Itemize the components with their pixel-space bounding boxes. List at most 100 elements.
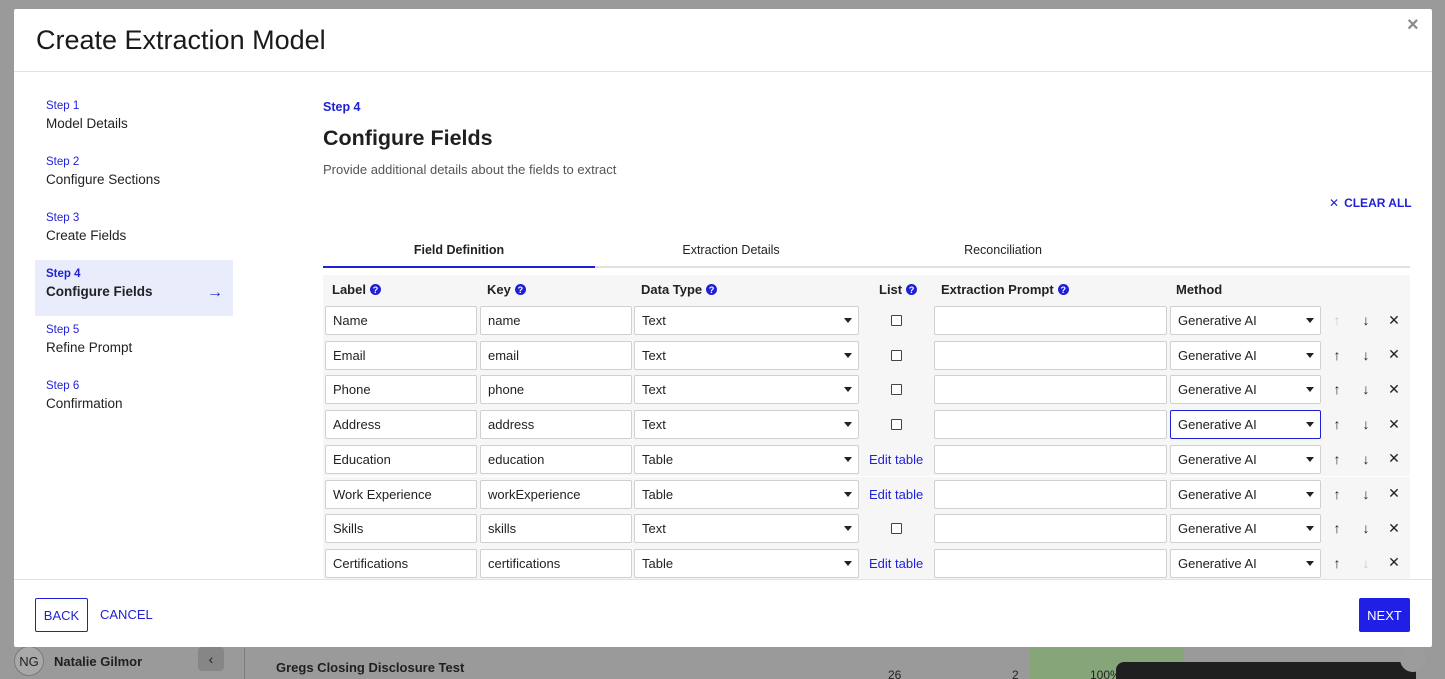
arrow-down-icon[interactable]: ↓ xyxy=(1358,555,1374,571)
key-input[interactable]: phone xyxy=(480,375,632,405)
method-select[interactable]: Generative AI xyxy=(1170,479,1321,509)
table-row: Work Experience workExperience Table Edit t… xyxy=(323,476,1410,512)
help-icon[interactable]: ? xyxy=(906,284,918,295)
step-2[interactable]: Step 2 Configure Sections xyxy=(35,148,233,204)
close-icon[interactable]: × xyxy=(1407,14,1419,37)
data-type-select[interactable]: Text xyxy=(634,375,859,405)
method-select[interactable]: Generative AI xyxy=(1170,548,1321,578)
step-3[interactable]: Step 3 Create Fields xyxy=(35,204,233,260)
remove-row-icon[interactable]: ✕ xyxy=(1386,416,1402,432)
remove-row-icon[interactable]: ✕ xyxy=(1386,554,1402,571)
remove-row-icon[interactable]: ✕ xyxy=(1386,312,1402,328)
data-type-select[interactable]: Text xyxy=(634,340,859,370)
help-icon[interactable]: ? xyxy=(514,284,526,295)
remove-row-icon[interactable]: ✕ xyxy=(1386,520,1402,536)
extraction-prompt-input[interactable] xyxy=(934,306,1167,335)
arrow-down-icon[interactable]: ↓ xyxy=(1358,416,1374,432)
method-select[interactable]: Generative AI xyxy=(1170,306,1321,335)
key-input[interactable]: education xyxy=(480,444,632,474)
arrow-down-icon[interactable]: ↓ xyxy=(1358,520,1374,536)
method-select[interactable]: Generative AI xyxy=(1170,375,1321,405)
extraction-prompt-input[interactable] xyxy=(934,375,1167,405)
key-input[interactable]: skills xyxy=(480,514,632,544)
list-checkbox[interactable] xyxy=(891,419,902,431)
data-type-select[interactable]: Text xyxy=(634,514,859,544)
data-type-value: Text xyxy=(642,313,666,328)
data-type-select[interactable]: Table xyxy=(634,444,859,474)
key-input[interactable]: email xyxy=(480,340,632,370)
arrow-up-icon[interactable]: ↑ xyxy=(1329,520,1345,536)
back-button[interactable]: BACK xyxy=(35,598,88,632)
arrow-up-icon[interactable]: ↑ xyxy=(1329,347,1345,363)
extraction-prompt-input[interactable] xyxy=(934,444,1167,474)
edit-table-link[interactable]: Edit table xyxy=(869,452,923,467)
caret-down-icon xyxy=(1306,387,1314,393)
edit-table-link[interactable]: Edit table xyxy=(869,487,923,502)
create-extraction-model-modal: Create Extraction Model × Step 1 Model D… xyxy=(14,9,1432,647)
arrow-down-icon[interactable]: ↓ xyxy=(1358,347,1374,363)
remove-row-icon[interactable]: ✕ xyxy=(1386,346,1402,363)
data-type-select[interactable]: Table xyxy=(634,479,859,509)
label-input[interactable]: Email xyxy=(325,340,477,370)
list-checkbox[interactable] xyxy=(891,315,902,326)
step-5[interactable]: Step 5 Refine Prompt xyxy=(35,316,233,372)
arrow-up-icon[interactable]: ↑ xyxy=(1329,312,1345,328)
arrow-down-icon[interactable]: ↓ xyxy=(1358,486,1374,502)
list-checkbox[interactable] xyxy=(891,349,902,361)
cancel-button[interactable]: CANCEL xyxy=(100,607,153,622)
label-input[interactable]: Phone xyxy=(325,375,477,405)
key-input[interactable]: address xyxy=(480,410,632,440)
key-input[interactable]: workExperience xyxy=(480,479,632,509)
data-type-select[interactable]: Table xyxy=(634,548,859,578)
arrow-down-icon[interactable]: ↓ xyxy=(1358,451,1374,467)
label-input[interactable]: Education xyxy=(325,444,477,474)
remove-row-icon[interactable]: ✕ xyxy=(1386,485,1402,502)
arrow-up-icon[interactable]: ↑ xyxy=(1329,416,1345,432)
background-count-2: 2 xyxy=(1012,668,1019,679)
label-input[interactable]: Certifications xyxy=(325,548,477,578)
extraction-prompt-input[interactable] xyxy=(934,548,1167,578)
header-data-type-text: Data Type xyxy=(641,282,703,297)
label-input[interactable]: Work Experience xyxy=(325,479,477,509)
next-button[interactable]: NEXT xyxy=(1359,598,1410,632)
step-number: Step 2 xyxy=(46,156,80,168)
key-input[interactable]: name xyxy=(480,306,632,335)
arrow-up-icon[interactable]: ↑ xyxy=(1329,381,1345,397)
key-input[interactable]: certifications xyxy=(480,548,632,578)
arrow-up-icon[interactable]: ↑ xyxy=(1329,486,1345,502)
arrow-up-icon[interactable]: ↑ xyxy=(1329,555,1345,571)
extraction-prompt-input[interactable] xyxy=(934,514,1167,544)
method-value: Generative AI xyxy=(1178,521,1257,537)
arrow-down-icon[interactable]: ↓ xyxy=(1358,312,1374,328)
arrow-up-icon[interactable]: ↑ xyxy=(1329,451,1345,467)
method-select[interactable]: Generative AI xyxy=(1170,444,1321,474)
extraction-prompt-input[interactable] xyxy=(934,410,1167,440)
remove-row-icon[interactable]: ✕ xyxy=(1386,381,1402,397)
remove-row-icon[interactable]: ✕ xyxy=(1386,450,1402,467)
tab-reconciliation[interactable]: Reconciliation xyxy=(867,235,1139,266)
extraction-prompt-input[interactable] xyxy=(934,340,1167,370)
method-select[interactable]: Generative AI xyxy=(1170,514,1321,544)
extraction-prompt-input[interactable] xyxy=(934,479,1167,509)
edit-table-link[interactable]: Edit table xyxy=(869,556,923,571)
method-select[interactable]: Generative AI xyxy=(1170,340,1321,370)
step-1[interactable]: Step 1 Model Details xyxy=(35,92,233,148)
list-checkbox[interactable] xyxy=(891,384,902,396)
step-4-active[interactable]: Step 4 Configure Fields → xyxy=(35,260,233,316)
list-checkbox[interactable] xyxy=(891,523,902,535)
label-input[interactable]: Address xyxy=(325,410,477,440)
label-input[interactable]: Name xyxy=(325,306,477,335)
arrow-down-icon[interactable]: ↓ xyxy=(1358,381,1374,397)
step-6[interactable]: Step 6 Confirmation xyxy=(35,372,233,428)
help-icon[interactable]: ? xyxy=(369,284,381,295)
data-type-select[interactable]: Text xyxy=(634,306,859,335)
help-icon[interactable]: ? xyxy=(706,284,718,295)
tab-field-definition[interactable]: Field Definition xyxy=(323,235,595,268)
table-row: Skills skills Text Generative AI ↑ ↓ ✕ xyxy=(323,511,1410,546)
label-input[interactable]: Skills xyxy=(325,514,477,544)
method-select[interactable]: Generative AI xyxy=(1170,410,1321,440)
data-type-select[interactable]: Text xyxy=(634,410,859,440)
help-icon[interactable]: ? xyxy=(1057,284,1069,295)
tab-extraction-details[interactable]: Extraction Details xyxy=(595,235,867,266)
clear-all-button[interactable]: ✕ CLEAR ALL xyxy=(1329,196,1412,210)
